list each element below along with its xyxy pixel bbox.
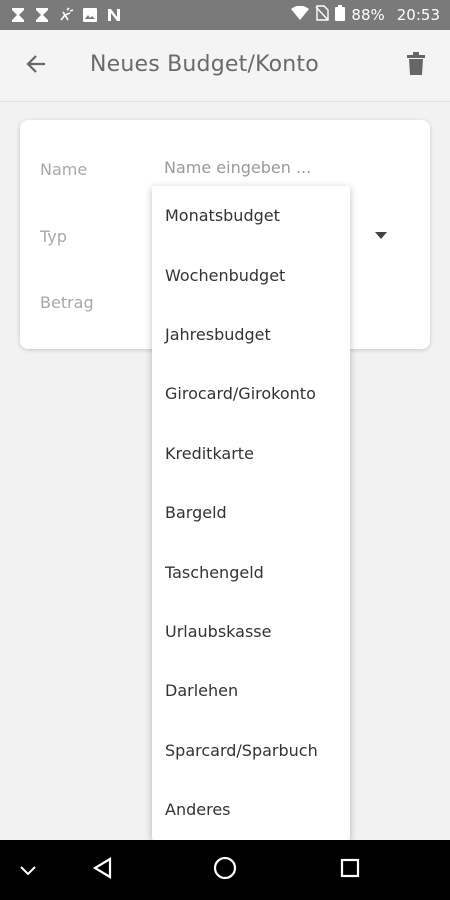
hourglass-icon <box>34 7 50 23</box>
notification-icons <box>0 7 122 23</box>
bug-icon <box>58 7 74 23</box>
arrow-left-icon <box>25 53 47 79</box>
recents-square-icon <box>340 858 360 882</box>
status-bar: 88% 20:53 <box>0 0 450 30</box>
nav-recents-button[interactable] <box>330 850 370 890</box>
nav-home-button[interactable] <box>205 850 245 890</box>
home-circle-icon <box>213 856 237 884</box>
trash-icon <box>407 52 425 80</box>
system-status: 88% 20:53 <box>291 5 450 25</box>
page-title: Neues Budget/Konto <box>90 52 319 77</box>
back-button[interactable] <box>20 50 52 82</box>
dropdown-option[interactable]: Darlehen <box>152 661 350 720</box>
dropdown-option[interactable]: Bargeld <box>152 483 350 542</box>
dropdown-option[interactable]: Sparcard/Sparbuch <box>152 721 350 780</box>
type-label: Typ <box>40 227 67 246</box>
type-dropdown-arrow[interactable] <box>374 228 388 239</box>
battery-percent: 88% <box>351 6 385 24</box>
dropdown-option[interactable]: Monatsbudget <box>152 186 350 245</box>
dropdown-option[interactable]: Taschengeld <box>152 542 350 601</box>
no-sim-icon <box>315 5 330 25</box>
wifi-icon <box>291 5 310 24</box>
dropdown-option[interactable]: Wochenbudget <box>152 245 350 304</box>
type-dropdown-menu: Monatsbudget Wochenbudget Jahresbudget G… <box>152 186 350 840</box>
dropdown-option[interactable]: Urlaubskasse <box>152 602 350 661</box>
amount-label: Betrag <box>40 293 94 312</box>
battery-icon <box>335 5 346 25</box>
navigation-bar <box>0 840 450 900</box>
name-label: Name <box>40 160 88 179</box>
dropdown-option[interactable]: Girocard/Girokonto <box>152 364 350 423</box>
caret-down-icon <box>375 224 387 243</box>
dropdown-option[interactable]: Jahresbudget <box>152 305 350 364</box>
image-icon <box>82 7 98 23</box>
back-triangle-icon <box>92 857 112 883</box>
hourglass-icon <box>10 7 26 23</box>
chevron-down-icon <box>20 861 36 880</box>
delete-button[interactable] <box>400 50 432 82</box>
dropdown-option[interactable]: Kreditkarte <box>152 424 350 483</box>
n-icon <box>106 7 122 23</box>
nav-back-button[interactable] <box>82 850 122 890</box>
hide-nav-button[interactable] <box>8 850 48 890</box>
dropdown-option[interactable]: Anderes <box>152 780 350 839</box>
name-input[interactable] <box>164 158 404 177</box>
clock: 20:53 <box>396 6 440 24</box>
app-bar: Neues Budget/Konto <box>0 30 450 102</box>
